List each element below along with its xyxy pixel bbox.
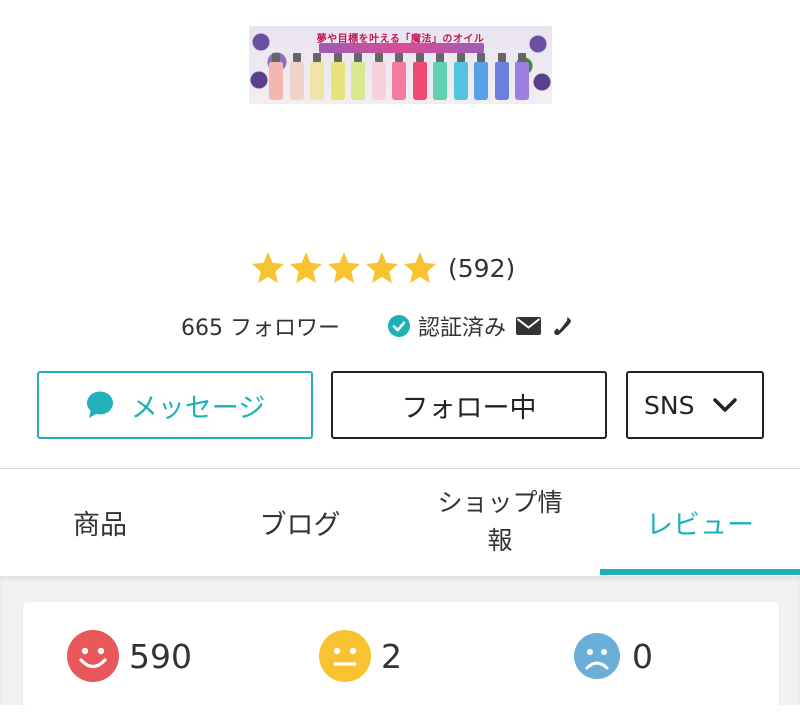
chevron-down-icon bbox=[713, 398, 738, 412]
banner-bottle bbox=[310, 53, 324, 100]
tab-products[interactable]: 商品 bbox=[0, 470, 200, 574]
banner-bottle bbox=[433, 53, 447, 100]
banner-bottle bbox=[351, 53, 365, 100]
tab-label-line2: 報 bbox=[487, 526, 513, 555]
phone-icon bbox=[554, 316, 572, 336]
neutral-review-count[interactable]: 2 bbox=[319, 629, 402, 683]
tab-label: レビュー bbox=[646, 509, 754, 541]
banner-bottle bbox=[515, 53, 529, 100]
smile-face-icon bbox=[67, 630, 119, 682]
banner-subcaption-ribbon bbox=[319, 43, 484, 53]
follow-button-label: フォロー中 bbox=[401, 392, 537, 424]
verified-label: 認証済み bbox=[418, 316, 507, 341]
neutral-count-value: 2 bbox=[381, 636, 402, 676]
tab-label: 商品 bbox=[73, 509, 127, 541]
rating-count: (592) bbox=[448, 253, 516, 283]
bad-review-count[interactable]: 0 bbox=[574, 629, 653, 683]
message-button-label: メッセージ bbox=[130, 392, 266, 424]
check-circle-icon bbox=[388, 315, 410, 337]
section-divider bbox=[0, 468, 800, 469]
verified-status: 認証済み bbox=[388, 310, 573, 342]
good-review-count[interactable]: 590 bbox=[67, 629, 192, 683]
banner-bottle bbox=[392, 53, 406, 100]
bad-count-value: 0 bbox=[632, 636, 653, 676]
sns-dropdown[interactable]: SNS bbox=[626, 371, 764, 439]
neutral-face-icon bbox=[319, 630, 371, 682]
tab-reviews[interactable]: レビュー bbox=[600, 470, 800, 574]
rating-stars bbox=[250, 250, 440, 286]
follow-button[interactable]: フォロー中 bbox=[331, 371, 607, 439]
star-icon bbox=[288, 250, 324, 286]
banner-bottle bbox=[289, 53, 304, 100]
tab-label-line1: ショップ情 bbox=[437, 488, 563, 517]
message-button[interactable]: メッセージ bbox=[37, 371, 313, 439]
tab-blog[interactable]: ブログ bbox=[200, 470, 400, 574]
shop-banner-image: 夢や目標を叶える「魔法」のオイル bbox=[249, 26, 552, 104]
shop-meta: 665 フォロワー 認証済み bbox=[181, 310, 573, 342]
star-icon bbox=[326, 250, 362, 286]
banner-bottle bbox=[474, 53, 488, 100]
sns-dropdown-label: SNS bbox=[644, 390, 695, 420]
shop-rating: (592) bbox=[250, 248, 515, 288]
follower-count[interactable]: 665 フォロワー bbox=[181, 310, 340, 342]
banner-bottle bbox=[453, 53, 468, 100]
banner-bottle bbox=[330, 53, 345, 100]
banner-bottle bbox=[371, 53, 386, 100]
sad-face-icon bbox=[574, 633, 620, 679]
good-count-value: 590 bbox=[129, 636, 192, 676]
star-icon bbox=[364, 250, 400, 286]
speech-bubble-icon bbox=[86, 391, 113, 418]
star-icon bbox=[402, 250, 438, 286]
mail-icon bbox=[516, 317, 542, 335]
banner-bottle bbox=[494, 53, 509, 100]
tab-label: ブログ bbox=[259, 509, 341, 541]
tab-shop-info[interactable]: ショップ情 報 bbox=[400, 470, 600, 574]
banner-bottle bbox=[412, 53, 427, 100]
star-icon bbox=[250, 250, 286, 286]
banner-bottle bbox=[269, 53, 283, 100]
active-tab-indicator bbox=[600, 569, 800, 575]
